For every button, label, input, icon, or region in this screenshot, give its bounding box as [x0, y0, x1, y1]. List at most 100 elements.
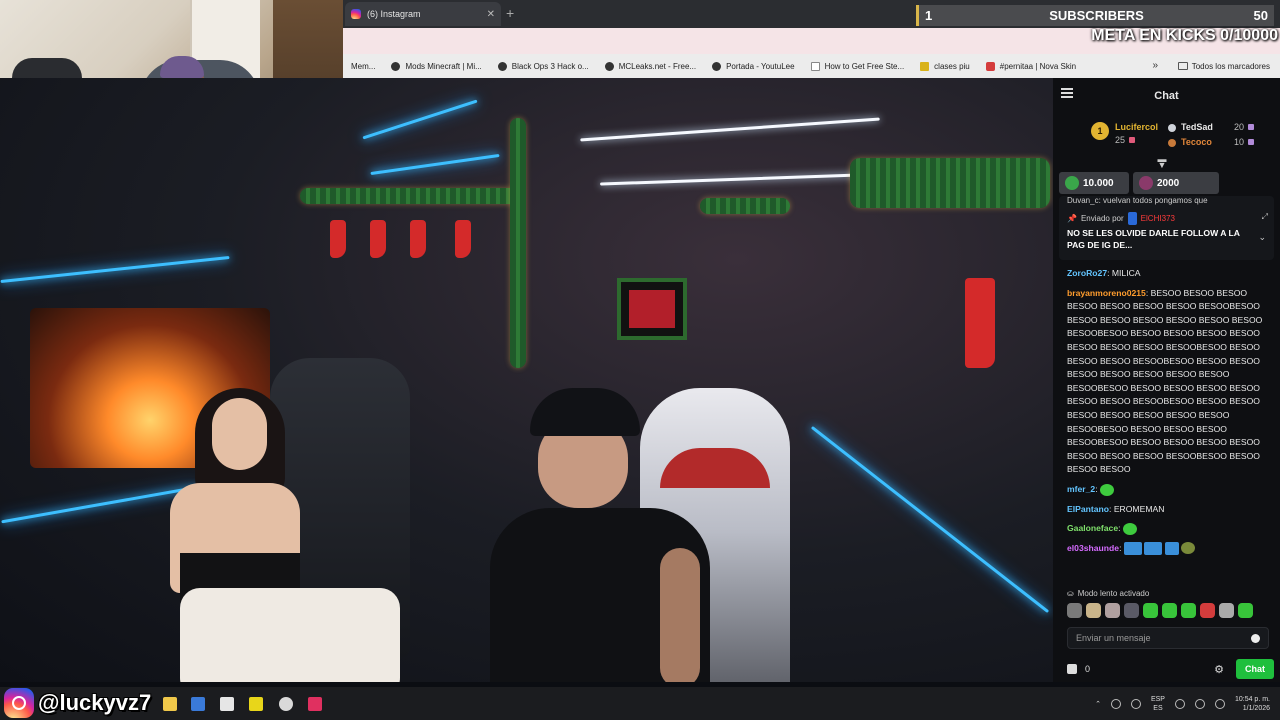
emote-icon[interactable] [1067, 603, 1082, 618]
language-indicator[interactable]: ESP ES [1151, 695, 1165, 713]
chat-message: brayanmoreno0215: BESOO BESOO BESOO BESO… [1067, 287, 1263, 475]
channel-points-icon[interactable] [1067, 664, 1077, 674]
neon-light [362, 99, 478, 140]
chat-panel: Chat 1 Lucifercol 25 TedSad 20 Tecoco 10… [1053, 78, 1280, 682]
sent-by-label: Enviado por [1080, 214, 1124, 223]
gem-icon [1248, 124, 1254, 130]
bookmark-item[interactable]: clases piu [912, 61, 978, 71]
emote-icon[interactable] [1143, 603, 1158, 618]
bookmark-item[interactable]: How to Get Free Ste... [803, 61, 913, 71]
expand-leaderboard-icon[interactable]: ▬ ▼ [1157, 155, 1167, 170]
chat-text: BESOO BESOO BESOO BESOO BESOO BESOO BESO… [1067, 287, 1263, 475]
gift-goal-item[interactable]: 10.000 [1059, 172, 1129, 194]
chat-username[interactable]: el03shaunde [1067, 543, 1119, 553]
leaderboard-points: 20 [1234, 122, 1245, 132]
pinned-text: NO SE LES OLVIDE DARLE FOLLOW A LA PAG D… [1067, 228, 1240, 250]
chat-username[interactable]: Gaaloneface [1067, 523, 1118, 533]
chat-username[interactable]: mfer_2 [1067, 484, 1095, 494]
emote-icon[interactable] [1086, 603, 1101, 618]
christmas-stocking [370, 220, 386, 258]
christmas-garland [850, 158, 1050, 208]
chat-messages: ZoroRo27: MILICA brayanmoreno0215: BESOO… [1067, 267, 1273, 561]
bookmark-item[interactable]: #pernitaa | Nova Skin [978, 61, 1084, 71]
leaderboard-name[interactable]: Tecoco [1181, 137, 1212, 147]
user-badge [1127, 212, 1137, 225]
gear-icon[interactable]: ⚙ [1214, 663, 1224, 676]
bookmark-favicon-icon [497, 61, 507, 71]
bookmark-favicon-icon [712, 61, 722, 71]
app-icon[interactable] [220, 697, 234, 711]
chat-message: ZoroRo27: MILICA [1067, 268, 1141, 278]
emote-icon[interactable] [1219, 603, 1234, 618]
bookmark-favicon-icon [985, 61, 995, 71]
christmas-stocking [330, 220, 346, 258]
neon-light [810, 425, 1050, 614]
all-bookmarks-label: Todos los marcadores [1191, 61, 1270, 71]
chat-username[interactable]: ZoroRo27 [1067, 268, 1107, 278]
leaderboard-name[interactable]: Lucifercol [1115, 122, 1158, 132]
bookmark-item[interactable]: MCLeaks.net - Free... [597, 61, 704, 71]
emote-icon [1144, 541, 1163, 555]
christmas-stocking [410, 220, 426, 258]
volume-icon[interactable] [1194, 699, 1205, 709]
slow-mode-label: Modo lento activado [1077, 589, 1150, 598]
stream-video[interactable] [0, 78, 1053, 682]
emoji-picker-icon[interactable] [1251, 633, 1260, 643]
pinned-message[interactable]: Duvan_c: vuelvan todos pongamos que 📌 En… [1059, 196, 1274, 260]
gift-goals: 10.000 2000 [1059, 172, 1219, 194]
gem-icon [1129, 137, 1135, 143]
emote-icon [1123, 541, 1142, 555]
network-icon[interactable] [1110, 699, 1121, 709]
tab-instagram[interactable]: (6) Instagram ✕ [345, 2, 501, 26]
system-tray: ⌃ ESP ES 10:54 p. m. 1/1/2026 [1095, 690, 1270, 718]
close-tab-icon[interactable]: ✕ [487, 9, 495, 20]
christmas-stocking [455, 220, 471, 258]
all-bookmarks-button[interactable]: Todos los marcadores [1177, 54, 1270, 78]
instagram-handle-overlay: @luckyvz7 [4, 688, 151, 718]
chat-message-input[interactable]: Enviar un mensaje [1067, 627, 1269, 649]
battery-icon[interactable] [1214, 699, 1225, 709]
emote-icon[interactable] [1200, 603, 1215, 618]
show-hidden-icons-icon[interactable]: ⌃ [1095, 700, 1101, 708]
chevron-down-icon[interactable]: ⌄ [1258, 232, 1266, 243]
emote-icon[interactable] [1124, 603, 1139, 618]
bookmarks-overflow-icon[interactable]: » [1152, 60, 1158, 71]
bookmark-item[interactable]: Portada - YoutuLee [704, 61, 803, 71]
gift-amount: 10.000 [1083, 177, 1114, 189]
unpin-icon[interactable]: ⤢ [1262, 212, 1268, 222]
gift-goal-item[interactable]: 2000 [1133, 172, 1219, 194]
chat-username[interactable]: brayanmoreno0215 [1067, 288, 1146, 298]
chat-message: el03shaunde: [1067, 541, 1273, 556]
chat-username[interactable]: ElPantano [1067, 504, 1109, 514]
bookmark-item[interactable]: Mem... [343, 62, 383, 71]
streamer-arm [660, 548, 700, 682]
emote-icon[interactable] [1162, 603, 1177, 618]
clock[interactable]: 10:54 p. m. 1/1/2026 [1235, 695, 1270, 713]
new-tab-icon[interactable]: + [506, 6, 514, 20]
bronze-medal-icon [1168, 139, 1176, 147]
christmas-stocking [965, 278, 995, 368]
tiktok-icon[interactable] [308, 697, 322, 711]
notes-icon[interactable] [249, 697, 263, 711]
bookmark-item[interactable]: Black Ops 3 Hack o... [490, 61, 597, 71]
bookmark-item[interactable]: Mods Minecraft | Mi... [383, 61, 489, 71]
bookmark-favicon-icon [604, 61, 614, 71]
emote-icon[interactable] [1181, 603, 1196, 618]
files-icon[interactable] [163, 697, 177, 711]
leaderboard-name[interactable]: TedSad [1181, 122, 1213, 132]
store-icon[interactable] [191, 697, 205, 711]
tab-title: (6) Instagram [367, 9, 421, 19]
pinned-by: 📌 Enviado por ElCHI373 [1067, 212, 1175, 225]
streamer-person [480, 378, 740, 682]
chrome-icon[interactable] [279, 697, 293, 711]
neon-light [0, 255, 230, 284]
chat-text: EROMEMAN [1113, 503, 1165, 514]
pinned-sender[interactable]: ElCHI373 [1141, 214, 1175, 223]
emote-icon[interactable] [1238, 603, 1253, 618]
send-chat-button[interactable]: Chat [1236, 659, 1274, 679]
emote-icon[interactable] [1105, 603, 1120, 618]
subscriber-count: 1 [925, 8, 933, 23]
microphone-icon[interactable] [1130, 699, 1141, 709]
emote-bar [1067, 603, 1253, 618]
wifi-icon[interactable] [1174, 699, 1185, 709]
